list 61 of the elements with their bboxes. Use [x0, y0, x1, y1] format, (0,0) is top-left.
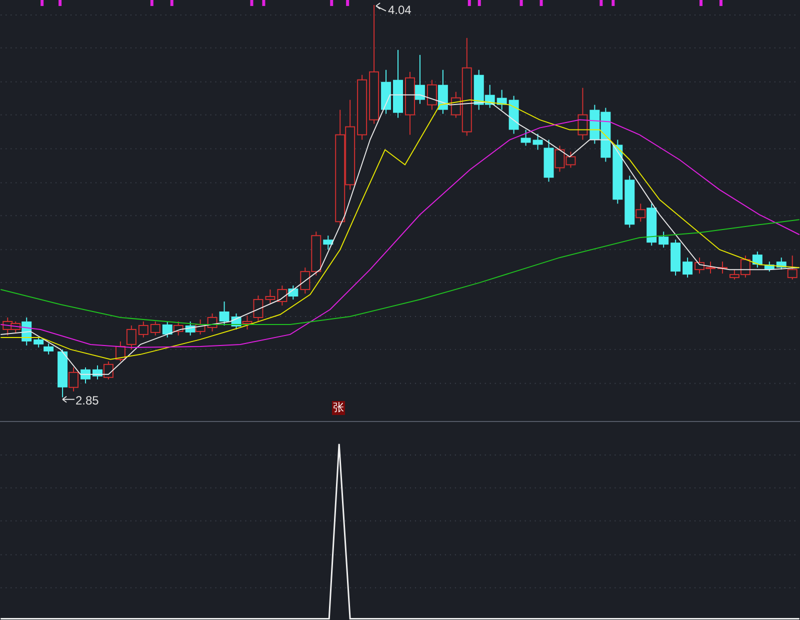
candlestick — [219, 301, 230, 326]
signal-tick — [612, 0, 615, 6]
signal-tick — [719, 0, 722, 6]
candlestick — [381, 69, 392, 114]
candlestick — [80, 366, 90, 384]
candlestick — [496, 89, 507, 110]
candlestick — [393, 49, 403, 118]
signal-tick — [700, 0, 703, 6]
signal-tick — [478, 0, 481, 6]
signal-tick — [330, 0, 334, 6]
candlestick — [103, 360, 114, 380]
signal-tick — [58, 0, 62, 6]
signal-tick — [262, 0, 266, 6]
high-price-label: 4.04 — [388, 2, 412, 17]
low-price-label: 2.85 — [76, 393, 99, 408]
candlestick — [126, 324, 136, 350]
candlestick — [405, 71, 415, 136]
candlestick — [682, 257, 693, 278]
candlestick — [520, 129, 531, 146]
candlestick — [414, 54, 425, 104]
candlestick — [323, 235, 334, 250]
candlestick — [34, 336, 44, 348]
candlestick — [600, 107, 611, 162]
candlestick — [150, 320, 160, 336]
candlestick — [658, 231, 669, 248]
arrow-icon — [62, 396, 76, 403]
candlestick — [207, 313, 218, 332]
signal-tick — [150, 0, 154, 6]
candlestick — [764, 261, 774, 272]
candlestick — [44, 342, 54, 355]
candlestick — [508, 95, 519, 134]
candlestick — [706, 261, 716, 274]
signal-tick — [40, 0, 44, 6]
candlestick — [195, 318, 206, 335]
candlestick — [92, 364, 102, 380]
candlestick — [752, 251, 762, 268]
candlestick — [173, 320, 184, 336]
candlestick — [277, 285, 288, 306]
candlestick — [670, 239, 681, 276]
signal-tick — [520, 0, 523, 6]
candlestick — [357, 74, 368, 140]
arrow-icon — [376, 2, 387, 12]
candlestick — [694, 257, 704, 274]
candlestick — [718, 261, 728, 274]
candlestick — [612, 139, 623, 204]
signal-tick — [600, 0, 603, 6]
signal-tick — [250, 0, 254, 6]
candlestick — [265, 289, 276, 304]
candlestick — [162, 320, 172, 338]
candlestick — [185, 320, 196, 336]
signal-tick — [346, 0, 350, 6]
candlestick — [138, 320, 148, 338]
candlestick — [115, 340, 126, 362]
candlestick — [578, 87, 588, 140]
signal-tick — [468, 0, 471, 6]
candlestick — [231, 313, 242, 330]
candlestick — [288, 285, 298, 300]
candlestick — [590, 104, 600, 144]
signal-marker: 张 — [332, 401, 345, 416]
signal-tick — [170, 0, 174, 6]
signal-tick — [540, 0, 543, 6]
